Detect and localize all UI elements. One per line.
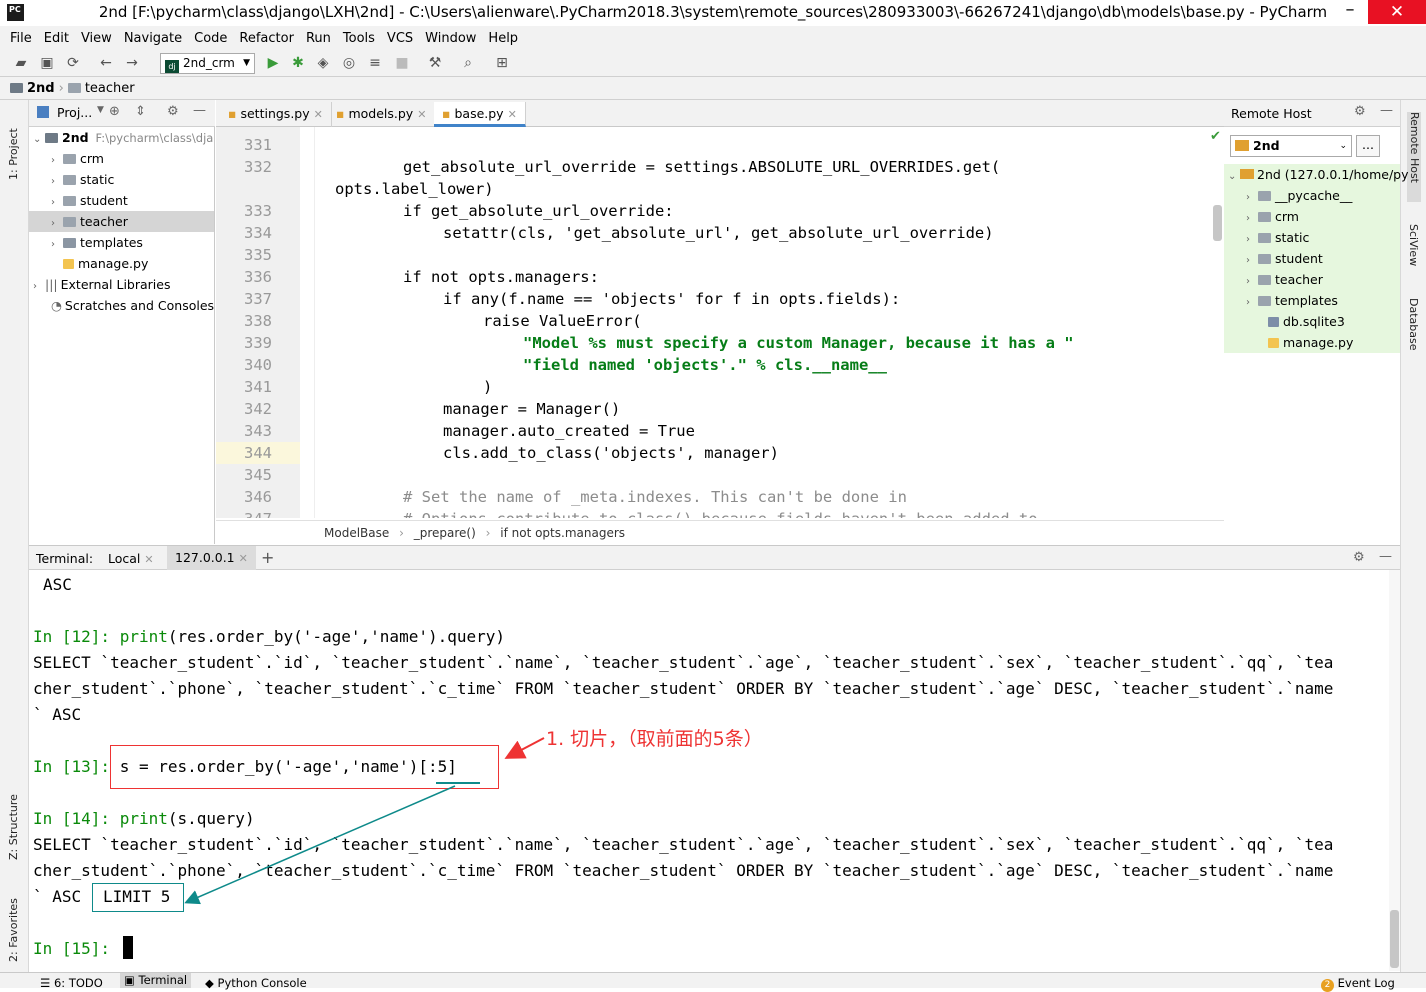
annotation-arrows <box>184 737 545 905</box>
annotation-arrow-red <box>504 737 545 759</box>
event-log-tool-button[interactable]: 2 Event Log <box>1321 976 1395 992</box>
terminal-icon: ▣ <box>124 973 135 987</box>
annotation-arrow-teal <box>184 785 456 905</box>
terminal-tool-button[interactable]: ▣ Terminal <box>120 973 192 988</box>
event-count-badge: 2 <box>1321 979 1334 992</box>
status-bar: ☰ 6: TODO ▣ Terminal ◆ Python Console 2 … <box>0 972 1426 992</box>
